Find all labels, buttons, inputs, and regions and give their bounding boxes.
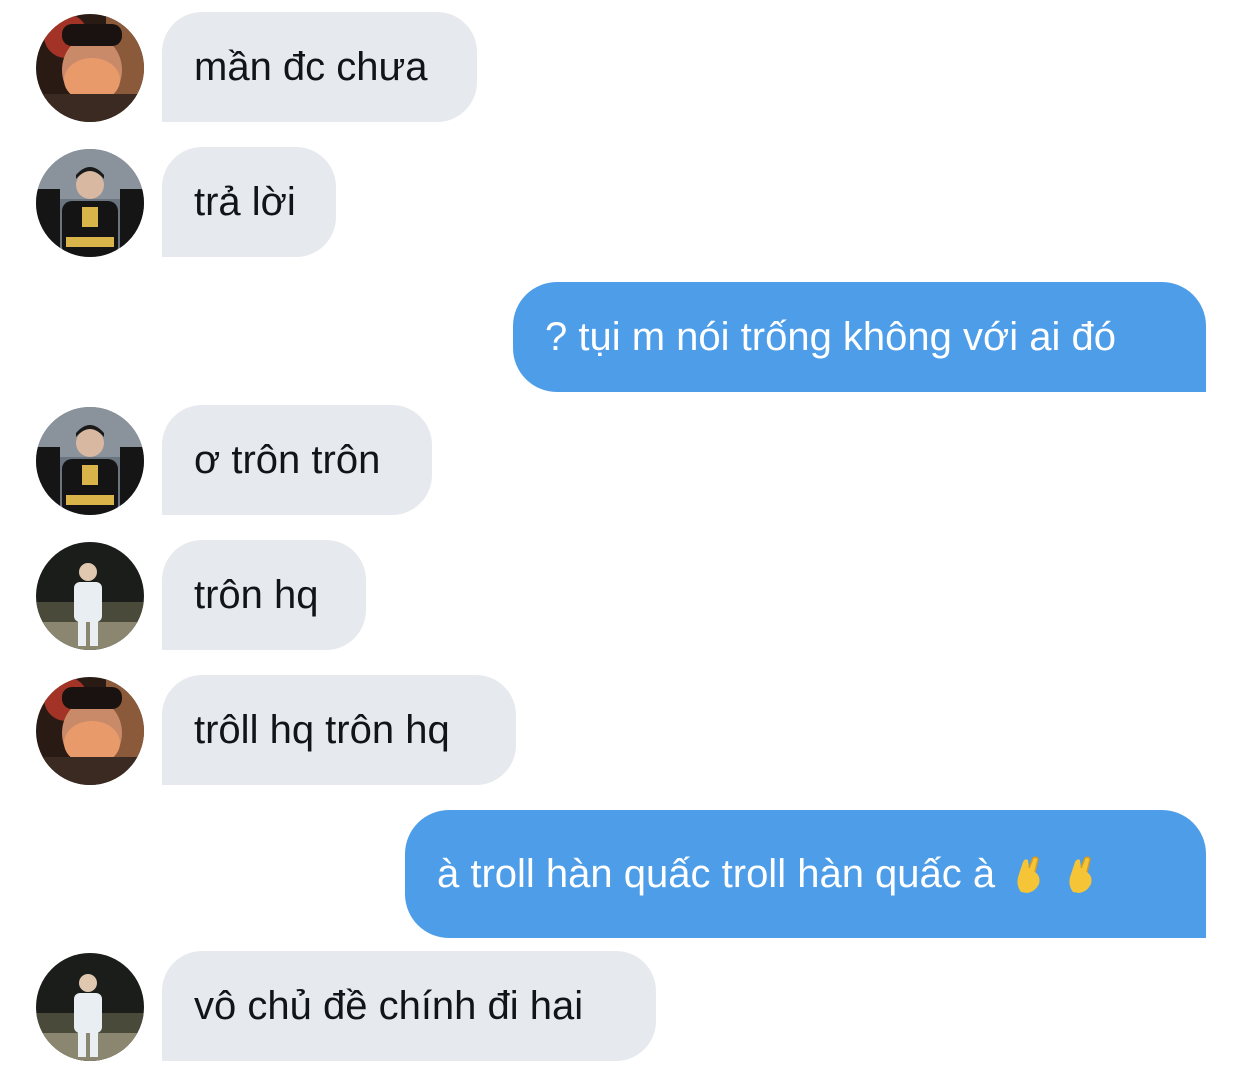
message-text: mần đc chưa xyxy=(194,45,428,89)
message-text: ? tụi m nói trống không với ai đó xyxy=(545,315,1116,359)
outgoing-bubble[interactable]: ? tụi m nói trống không với ai đó xyxy=(513,282,1206,392)
pinched-fingers-emoji xyxy=(1011,854,1047,894)
avatar-orange-mask-image xyxy=(36,14,144,122)
avatar[interactable] xyxy=(36,542,144,650)
avatar-orange-mask-image xyxy=(36,677,144,785)
incoming-bubble[interactable]: trả lời xyxy=(162,147,336,257)
pinched-fingers-emoji xyxy=(1063,854,1099,894)
avatar-night-photo-image xyxy=(36,953,144,1061)
incoming-bubble[interactable]: mần đc chưa xyxy=(162,12,477,122)
incoming-bubble[interactable]: ơ trôn trôn xyxy=(162,405,432,515)
avatar[interactable] xyxy=(36,953,144,1061)
message-text: trôll hq trôn hq xyxy=(194,708,450,752)
message-text: trả lời xyxy=(194,180,296,224)
avatar[interactable] xyxy=(36,677,144,785)
message-text: vô chủ đề chính đi hai xyxy=(194,984,584,1028)
incoming-bubble[interactable]: vô chủ đề chính đi hai xyxy=(162,951,656,1061)
incoming-bubble[interactable]: trôn hq xyxy=(162,540,366,650)
message-text: à troll hàn quấc troll hàn quấc à xyxy=(437,852,996,896)
avatar-night-photo-image xyxy=(36,542,144,650)
outgoing-bubble[interactable]: à troll hàn quấc troll hàn quấc à xyxy=(405,810,1206,938)
avatar-fearx-team-image xyxy=(36,149,144,257)
avatar[interactable] xyxy=(36,407,144,515)
message-text: trôn hq xyxy=(194,573,319,617)
incoming-bubble[interactable]: trôll hq trôn hq xyxy=(162,675,516,785)
avatar[interactable] xyxy=(36,14,144,122)
avatar[interactable] xyxy=(36,149,144,257)
avatar-fearx-team-image xyxy=(36,407,144,515)
message-text: ơ trôn trôn xyxy=(194,438,381,482)
